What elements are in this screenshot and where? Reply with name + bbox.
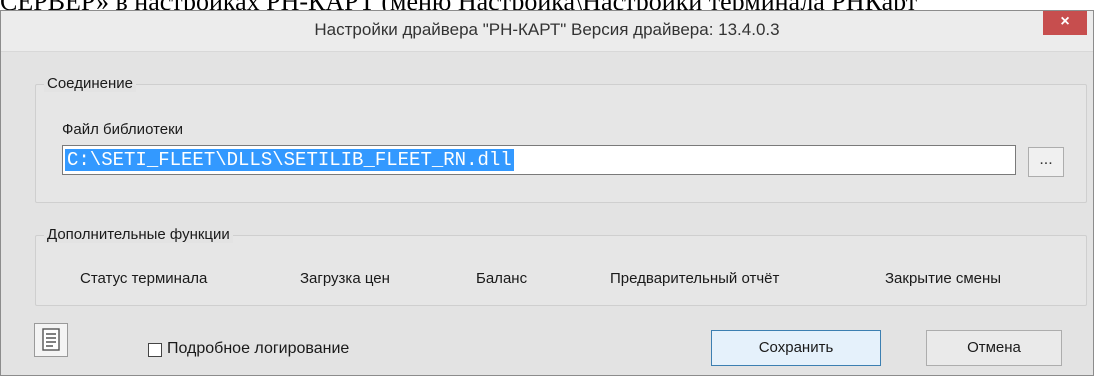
save-button[interactable]: Сохранить xyxy=(711,330,881,366)
browse-button[interactable]: ... xyxy=(1028,147,1064,177)
document-list-icon xyxy=(42,328,60,351)
library-path-input[interactable]: C:\SETI_FLEET\DLLS\SETILIB_FLEET_RN.dll xyxy=(62,145,1016,175)
connection-group: Соединение Файл библиотеки C:\SETI_FLEET… xyxy=(35,75,1087,203)
library-file-label: Файл библиотеки xyxy=(62,121,184,138)
verbose-logging-checkbox[interactable] xyxy=(148,343,162,357)
connection-legend: Соединение xyxy=(44,75,136,92)
cancel-button[interactable]: Отмена xyxy=(926,330,1062,366)
close-shift-link[interactable]: Закрытие смены xyxy=(885,270,1001,287)
additional-functions-group: Дополнительные функции Статус терминала … xyxy=(35,226,1087,306)
additional-functions-legend: Дополнительные функции xyxy=(44,226,233,243)
balance-link[interactable]: Баланс xyxy=(476,270,527,287)
library-path-value: C:\SETI_FLEET\DLLS\SETILIB_FLEET_RN.dll xyxy=(65,149,514,171)
terminal-status-link[interactable]: Статус терминала xyxy=(80,270,207,287)
log-viewer-button[interactable] xyxy=(34,323,68,357)
close-button[interactable]: × xyxy=(1043,11,1087,35)
title-bar[interactable]: Настройки драйвера "РН-КАРТ" Версия драй… xyxy=(1,11,1093,52)
price-load-link[interactable]: Загрузка цен xyxy=(300,270,390,287)
driver-settings-dialog: Настройки драйвера "РН-КАРТ" Версия драй… xyxy=(0,10,1094,376)
preliminary-report-link[interactable]: Предварительный отчёт xyxy=(610,270,779,287)
window-title: Настройки драйвера "РН-КАРТ" Версия драй… xyxy=(314,20,780,39)
verbose-logging-label[interactable]: Подробное логирование xyxy=(167,340,349,358)
